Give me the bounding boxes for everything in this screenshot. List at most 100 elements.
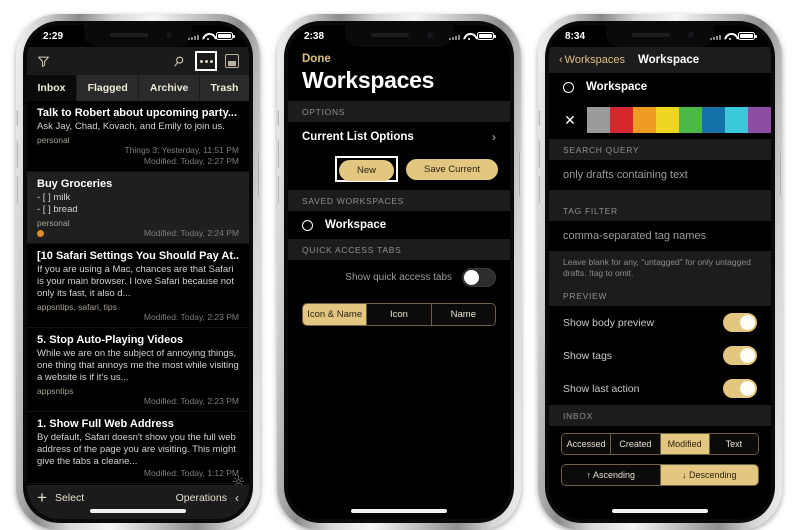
tab-flagged[interactable]: Flagged	[77, 75, 140, 101]
close-x-icon[interactable]: ✕	[563, 112, 577, 129]
workspace-name-row[interactable]: Workspace	[549, 73, 771, 101]
draft-meta: Modified: Today, 2:23 PM	[37, 396, 239, 407]
search-icon[interactable]	[174, 55, 187, 68]
mute-switch[interactable]	[16, 110, 18, 126]
tab-inbox[interactable]: Inbox	[27, 75, 78, 101]
drafts-bottom-bar: + Select Operations ‹	[27, 485, 249, 519]
show-last-action-toggle[interactable]	[723, 379, 757, 398]
filter-funnel-icon[interactable]	[37, 55, 50, 68]
list-item[interactable]: 5. Stop Auto-Playing Videos While we are…	[27, 328, 249, 412]
show-tags-toggle[interactable]	[723, 346, 757, 365]
toggle-knob	[740, 315, 755, 330]
segment-created[interactable]: Created	[611, 434, 661, 454]
segment-name[interactable]: Name	[431, 304, 495, 325]
show-tags-row: Show tags	[549, 339, 771, 372]
done-button[interactable]: Done	[288, 47, 510, 65]
segment-ascending[interactable]: ↑ Ascending	[562, 465, 661, 485]
status-time-2: 2:38	[304, 30, 325, 42]
show-body-preview-row: Show body preview	[549, 306, 771, 339]
tag-filter-hint: Leave blank for any, "untagged" for only…	[549, 251, 771, 285]
segment-icon[interactable]: Icon	[367, 304, 432, 325]
chevron-left-icon: ‹	[559, 54, 563, 66]
status-time-1: 2:29	[43, 30, 64, 42]
status-bar-3: 8:34	[549, 25, 771, 47]
save-current-button[interactable]: Save Current	[406, 158, 498, 180]
segment-accessed[interactable]: Accessed	[562, 434, 612, 454]
phone-device-3: 8:34 ‹ Workspaces Workspace Workspace ✕ …	[538, 14, 782, 530]
power-button[interactable]	[258, 152, 260, 196]
list-item[interactable]: 1. Show Full Web Address By default, Saf…	[27, 412, 249, 484]
search-query-input[interactable]: only drafts containing text	[549, 160, 771, 190]
draft-body: If you are using a Mac, chances are that…	[37, 264, 234, 299]
draft-body: By default, Safari doesn't show you the …	[37, 432, 236, 467]
radio-circle-icon[interactable]	[563, 81, 574, 93]
color-swatch-green[interactable]	[679, 107, 702, 133]
tag-filter-input[interactable]: comma-separated tag names	[549, 221, 771, 251]
phone-screen-1: 2:29 Inbox Flagged Archive Trash Talk to…	[27, 25, 249, 519]
volume-down-button[interactable]	[277, 176, 279, 204]
color-swatch-purple[interactable]	[748, 107, 771, 133]
back-button[interactable]: ‹ Workspaces	[559, 54, 625, 66]
status-indicators-2	[449, 31, 496, 41]
section-header-saved-workspaces: SAVED WORKSPACES	[288, 190, 510, 211]
list-item[interactable]: Talk to Robert about upcoming party... A…	[27, 101, 249, 172]
volume-up-button[interactable]	[16, 140, 18, 168]
plus-icon[interactable]: +	[37, 489, 47, 506]
show-body-preview-toggle[interactable]	[723, 313, 757, 332]
list-item[interactable]: [10 Safari Settings You Should Pay At...…	[27, 244, 249, 328]
color-swatch-orange[interactable]	[633, 107, 656, 133]
bottom-bar-left: + Select	[37, 489, 84, 506]
more-ellipsis-icon[interactable]	[195, 51, 217, 71]
operations-button[interactable]: Operations	[176, 492, 227, 504]
color-swatch-gray[interactable]	[587, 107, 610, 133]
select-button[interactable]: Select	[55, 492, 84, 504]
home-indicator-1	[90, 509, 186, 513]
phone-bezel-2: 2:38 Done Workspaces OPTIONS Current Lis…	[284, 21, 514, 523]
show-last-action-label: Show last action	[563, 382, 640, 395]
volume-down-button[interactable]	[16, 176, 18, 204]
flag-dot-icon	[37, 230, 44, 237]
chevron-right-icon: ›	[492, 130, 496, 144]
battery-icon	[477, 31, 496, 41]
panel-toggle-icon[interactable]	[225, 54, 239, 68]
workspace-name-label: Workspace	[586, 81, 648, 93]
segment-descending[interactable]: ↓ Descending	[660, 465, 758, 485]
segment-modified[interactable]: Modified	[660, 434, 710, 454]
section-header-inbox: INBOX	[549, 405, 771, 426]
new-button[interactable]: New	[339, 160, 395, 181]
draft-meta-modified: Modified: Today, 2:23 PM	[143, 396, 239, 406]
section-header-search-query: SEARCH QUERY	[549, 139, 771, 160]
phone3-content: ‹ Workspaces Workspace Workspace ✕ SEARC…	[549, 47, 771, 519]
draft-tags: appsntips, safari, tips	[37, 302, 117, 312]
draft-body: While we are on the subject of annoying …	[37, 348, 239, 383]
saved-workspace-row[interactable]: Workspace	[288, 211, 510, 239]
saved-workspace-label: Workspace	[325, 219, 387, 231]
color-swatch-blue[interactable]	[702, 107, 725, 133]
chevron-left-icon[interactable]: ‹	[235, 491, 239, 505]
section-header-options: OPTIONS	[288, 101, 510, 122]
tab-trash[interactable]: Trash	[200, 75, 249, 101]
draft-meta-modified: Modified: Today, 2:23 PM	[143, 312, 239, 322]
inbox-sort-order-segmented-control: ↑ Ascending ↓ Descending	[561, 464, 759, 486]
radio-circle-icon[interactable]	[302, 219, 313, 231]
list-item[interactable]: Buy Groceries - [ ] milk - [ ] bread per…	[27, 172, 249, 244]
volume-down-button[interactable]	[538, 176, 540, 204]
volume-up-button[interactable]	[538, 140, 540, 168]
mute-switch[interactable]	[277, 110, 279, 126]
volume-up-button[interactable]	[277, 140, 279, 168]
color-swatch-yellow[interactable]	[656, 107, 679, 133]
mute-switch[interactable]	[538, 110, 540, 126]
color-swatch-cyan[interactable]	[725, 107, 748, 133]
navigation-bar-3: ‹ Workspaces Workspace	[549, 47, 771, 73]
page-title: Workspace	[638, 54, 700, 66]
battery-icon	[216, 31, 235, 41]
current-list-options-row[interactable]: Current List Options ›	[288, 122, 510, 152]
segment-icon-and-name[interactable]: Icon & Name	[303, 304, 368, 325]
color-swatch-red[interactable]	[610, 107, 633, 133]
phone1-content: Inbox Flagged Archive Trash Talk to Robe…	[27, 47, 249, 519]
power-button[interactable]	[780, 152, 782, 196]
segment-text[interactable]: Text	[709, 434, 758, 454]
show-quick-access-tabs-toggle[interactable]	[462, 268, 496, 287]
power-button[interactable]	[519, 152, 521, 196]
tab-archive[interactable]: Archive	[139, 75, 200, 101]
